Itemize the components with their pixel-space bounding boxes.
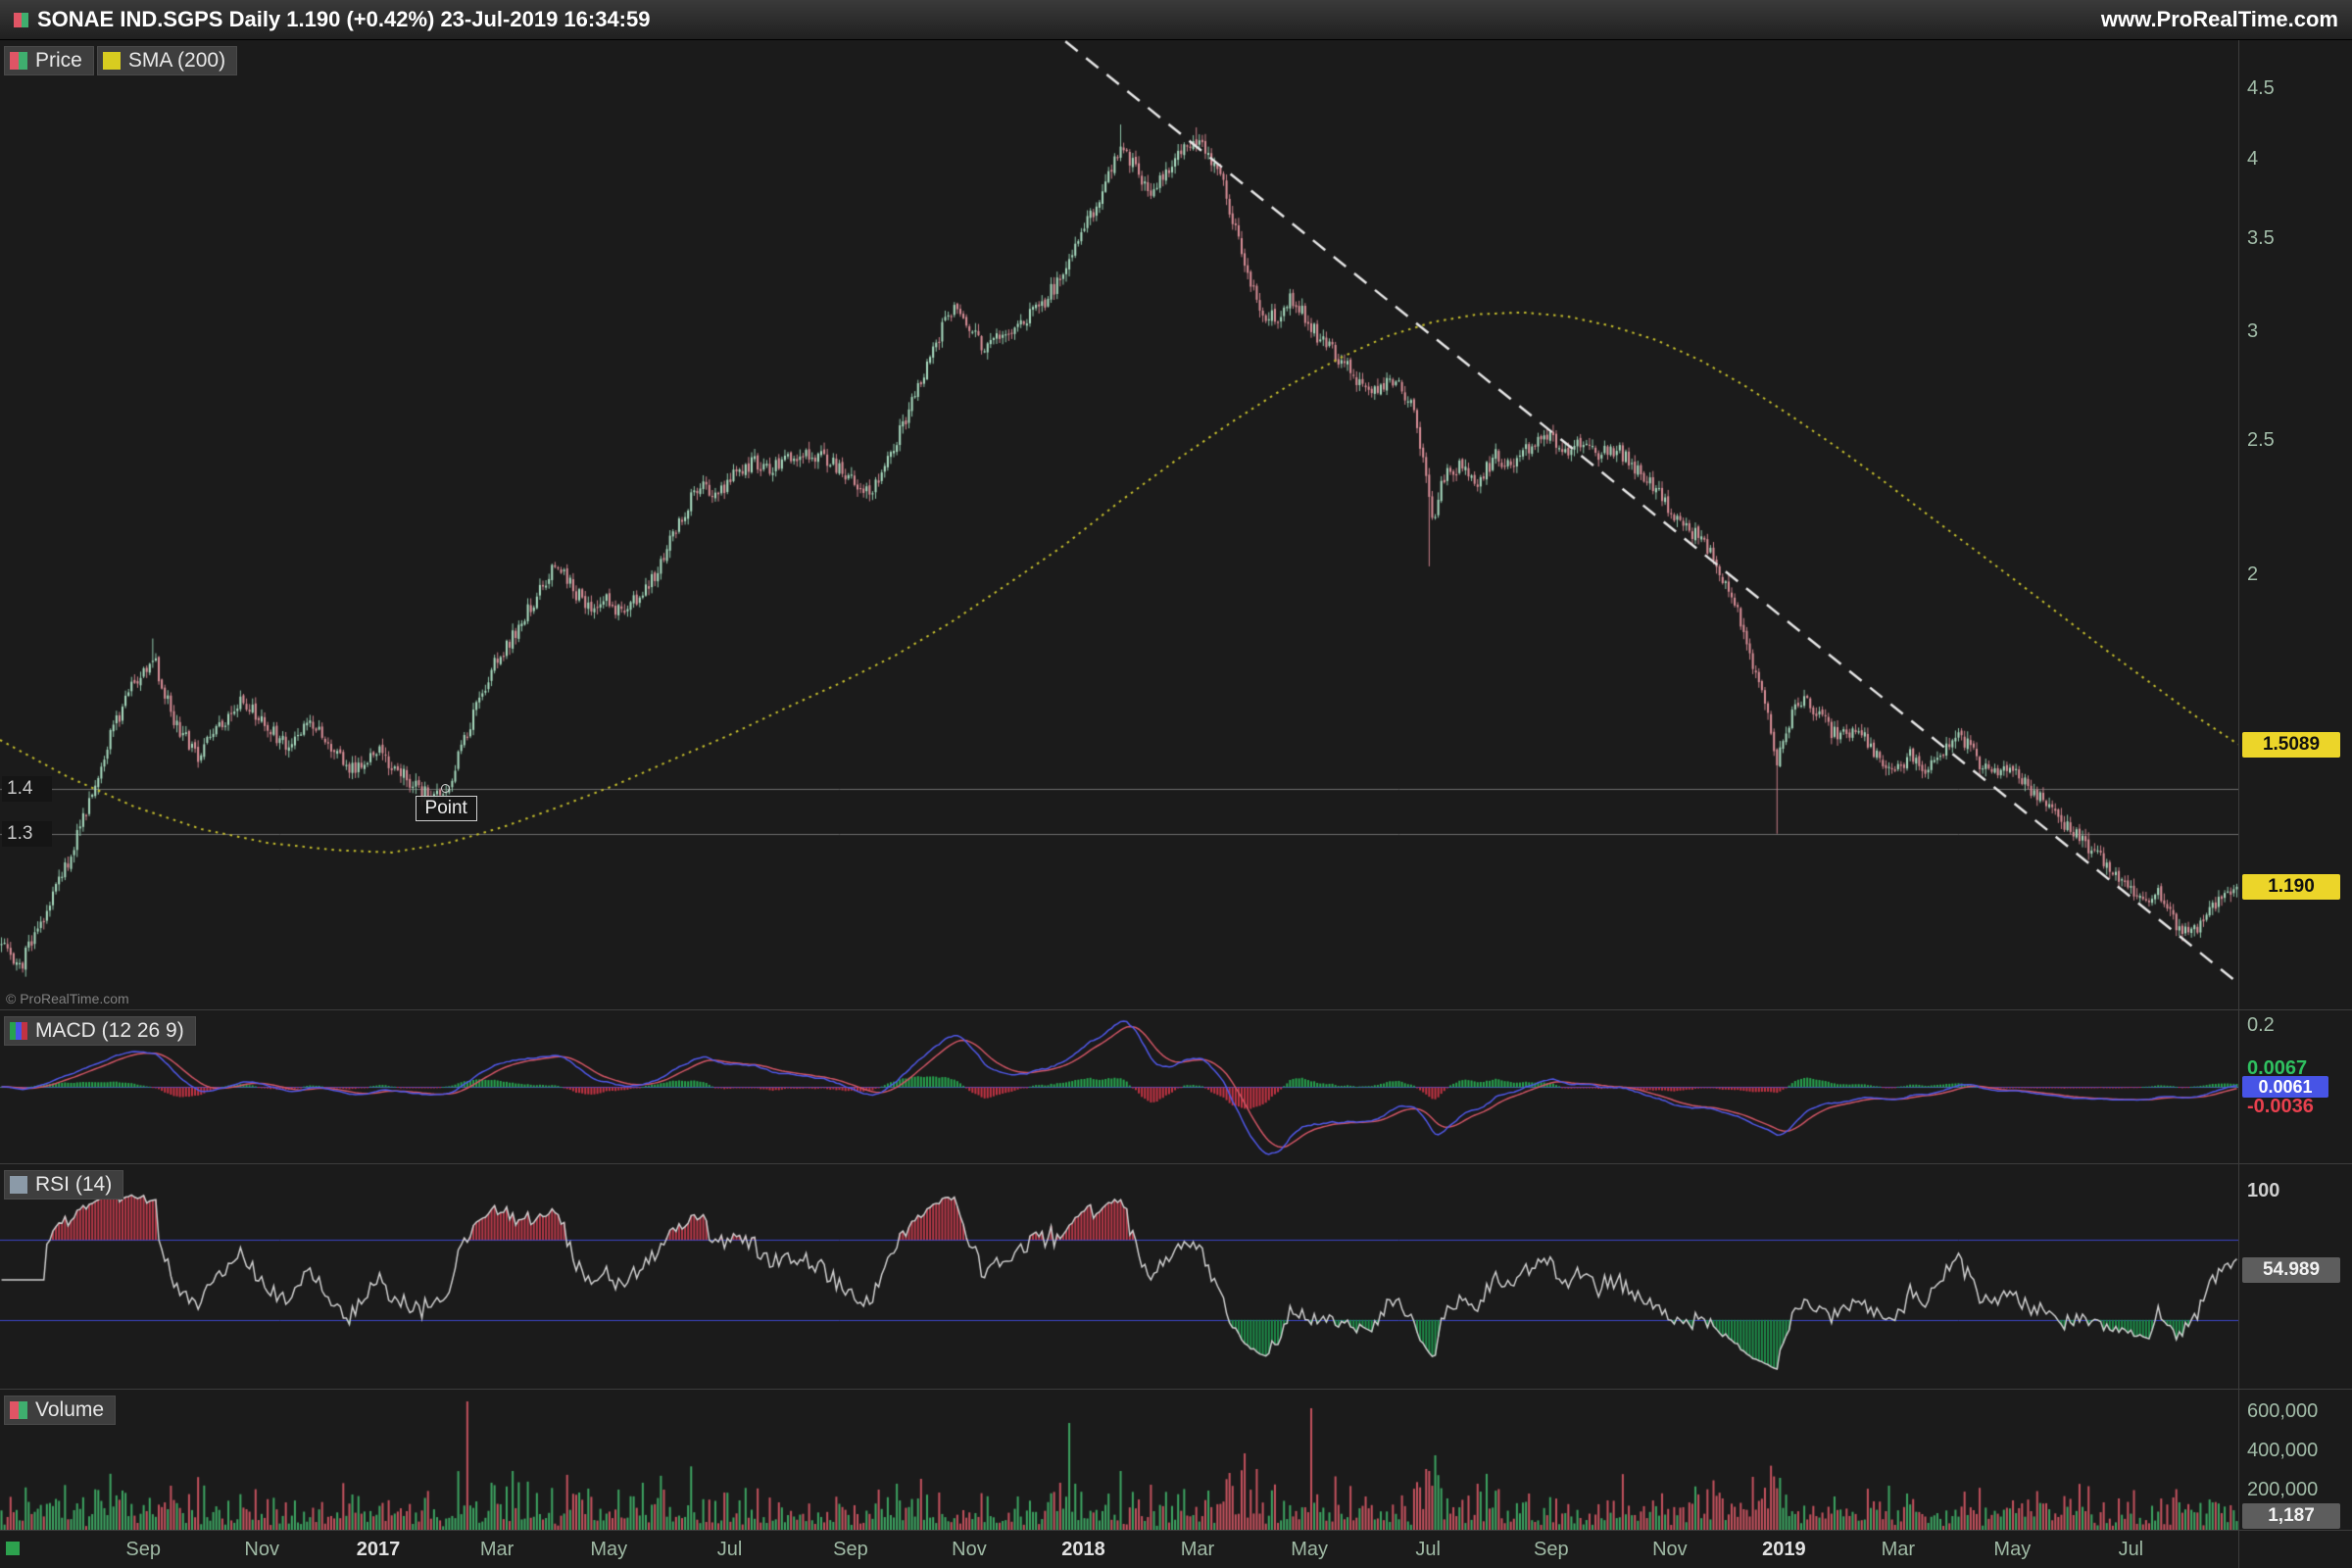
time-axis-label: Sep bbox=[1507, 1539, 1595, 1561]
macd-legend: MACD (12 26 9) bbox=[4, 1016, 196, 1046]
time-axis-label: 2019 bbox=[1740, 1539, 1828, 1561]
time-axis-label: Jul bbox=[1384, 1539, 1472, 1561]
macd-legend-item[interactable]: MACD (12 26 9) bbox=[4, 1016, 196, 1046]
volume-value-badge: 1,187 bbox=[2242, 1503, 2340, 1529]
volume-axis[interactable]: 1,187 600,000 400,000 200,000 bbox=[2239, 1389, 2352, 1530]
time-axis-label: May bbox=[564, 1539, 653, 1561]
rsi-axis-top-label: 100 bbox=[2247, 1180, 2279, 1202]
time-axis-label: 2017 bbox=[334, 1539, 422, 1561]
time-axis-corner bbox=[2239, 1530, 2352, 1568]
volume-panel[interactable]: Volume bbox=[0, 1389, 2239, 1530]
title-bar: SONAE IND.SGPS Daily 1.190 (+0.42%) 23-J… bbox=[0, 0, 2352, 40]
time-axis-label: Jul bbox=[686, 1539, 774, 1561]
price-axis-tick: 3.5 bbox=[2247, 227, 2275, 250]
price-legend: Price SMA (200) bbox=[4, 46, 237, 75]
time-axis-label: Mar bbox=[1854, 1539, 1942, 1561]
macd-axis-tick: 0.2 bbox=[2247, 1014, 2275, 1037]
rsi-icon bbox=[10, 1176, 27, 1194]
sma-legend-item[interactable]: SMA (200) bbox=[97, 46, 237, 75]
price-canvas[interactable] bbox=[0, 40, 2238, 1009]
rsi-canvas[interactable] bbox=[0, 1164, 2238, 1389]
volume-legend-label: Volume bbox=[35, 1398, 104, 1422]
price-axis[interactable]: 1.5089 1.190 4.5 4 3.5 3 2.5 2 bbox=[2239, 40, 2352, 1009]
sma-value-badge: 1.5089 bbox=[2242, 732, 2340, 758]
prorealtime-website-link[interactable]: www.ProRealTime.com bbox=[2101, 7, 2338, 32]
price-axis-tick: 4 bbox=[2247, 148, 2258, 171]
level-label-1-4[interactable]: 1.4 bbox=[2, 776, 52, 802]
time-axis-label: Nov bbox=[1626, 1539, 1714, 1561]
sma-icon bbox=[103, 52, 121, 70]
status-indicator bbox=[6, 1542, 20, 1555]
price-axis-tick: 2 bbox=[2247, 564, 2258, 586]
time-axis-label: May bbox=[1968, 1539, 2056, 1561]
time-axis[interactable]: Sep Nov 2017 Mar May Jul Sep Nov 2018 Mar May Jul Se… bbox=[0, 1530, 2239, 1568]
copyright-watermark: © ProRealTime.com bbox=[6, 991, 129, 1006]
last-price-badge: 1.190 bbox=[2242, 874, 2340, 900]
macd-histogram-value: 0.0067 bbox=[2247, 1057, 2307, 1080]
volume-axis-tick: 200,000 bbox=[2247, 1479, 2318, 1501]
rsi-legend-label: RSI (14) bbox=[35, 1173, 112, 1197]
price-axis-tick: 3 bbox=[2247, 320, 2258, 343]
macd-panel[interactable]: MACD (12 26 9) bbox=[0, 1009, 2239, 1163]
time-axis-label: May bbox=[1265, 1539, 1353, 1561]
rsi-legend-item[interactable]: RSI (14) bbox=[4, 1170, 123, 1200]
rsi-axis[interactable]: 100 54.989 bbox=[2239, 1163, 2352, 1389]
price-axis-tick: 2.5 bbox=[2247, 429, 2275, 452]
volume-canvas[interactable] bbox=[0, 1390, 2238, 1530]
volume-legend: Volume bbox=[4, 1396, 116, 1425]
time-axis-label: Nov bbox=[925, 1539, 1013, 1561]
macd-axis[interactable]: 0.2 0.0067 0.0061 -0.0036 bbox=[2239, 1009, 2352, 1163]
candles-icon bbox=[10, 52, 27, 70]
volume-icon bbox=[10, 1401, 27, 1419]
macd-signal-value: -0.0036 bbox=[2247, 1096, 2314, 1118]
time-axis-label: Sep bbox=[99, 1539, 187, 1561]
chart-title: SONAE IND.SGPS Daily 1.190 (+0.42%) 23-J… bbox=[37, 7, 650, 32]
price-chart-panel[interactable]: Price SMA (200) 1.4 1.3 Point © ProRealT… bbox=[0, 40, 2239, 1009]
macd-legend-label: MACD (12 26 9) bbox=[35, 1019, 184, 1043]
chart-grid: Price SMA (200) 1.4 1.3 Point © ProRealT… bbox=[0, 40, 2352, 1568]
sma-legend-label: SMA (200) bbox=[128, 49, 225, 73]
instrument-icon bbox=[14, 13, 28, 27]
volume-legend-item[interactable]: Volume bbox=[4, 1396, 116, 1425]
price-axis-tick: 4.5 bbox=[2247, 77, 2275, 100]
macd-canvas[interactable] bbox=[0, 1010, 2238, 1163]
rsi-panel[interactable]: RSI (14) bbox=[0, 1163, 2239, 1389]
time-axis-label: 2018 bbox=[1039, 1539, 1127, 1561]
proRealTime-chart-window: SONAE IND.SGPS Daily 1.190 (+0.42%) 23-J… bbox=[0, 0, 2352, 1568]
time-axis-label: Mar bbox=[1153, 1539, 1242, 1561]
time-axis-label: Jul bbox=[2086, 1539, 2175, 1561]
rsi-legend: RSI (14) bbox=[4, 1170, 123, 1200]
level-label-1-3[interactable]: 1.3 bbox=[2, 821, 52, 847]
time-axis-label: Sep bbox=[807, 1539, 895, 1561]
point-marker-dot[interactable] bbox=[441, 784, 450, 793]
volume-axis-tick: 400,000 bbox=[2247, 1440, 2318, 1462]
time-axis-label: Nov bbox=[218, 1539, 306, 1561]
point-annotation[interactable]: Point bbox=[416, 796, 477, 821]
macd-icon bbox=[10, 1022, 27, 1040]
rsi-value-badge: 54.989 bbox=[2242, 1257, 2340, 1283]
price-legend-item[interactable]: Price bbox=[4, 46, 94, 75]
time-axis-label: Mar bbox=[453, 1539, 541, 1561]
price-legend-label: Price bbox=[35, 49, 82, 73]
volume-axis-tick: 600,000 bbox=[2247, 1400, 2318, 1423]
